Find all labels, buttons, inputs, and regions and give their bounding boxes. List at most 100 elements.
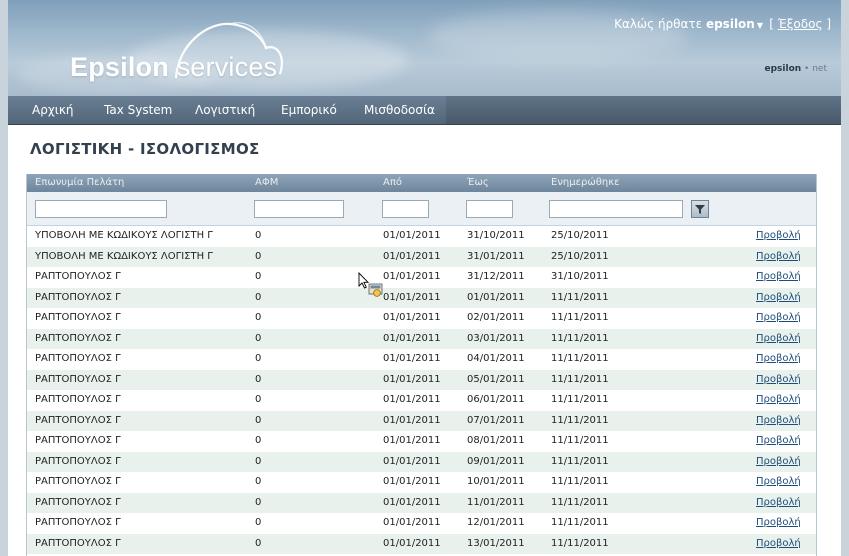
funnel-icon: [695, 205, 705, 214]
cell-client-name: ΡΑΠΤΟΠΟΥΛΟΣ Γ: [35, 291, 121, 303]
nav-item-tax-system[interactable]: Tax System: [104, 96, 172, 124]
cell-client-name: ΡΑΠΤΟΠΟΥΛΟΣ Γ: [35, 414, 121, 426]
cell-to: 05/01/2011: [467, 373, 525, 385]
view-link[interactable]: Προβολή: [756, 370, 801, 391]
cell-client-name: ΥΠΟΒΟΛΗ ΜΕ ΚΩΔΙΚΟΥΣ ΛΟΓΙΣΤΗ Γ: [35, 250, 213, 262]
table-row[interactable]: ΡΑΠΤΟΠΟΥΛΟΣ Γ 0 01/01/2011 06/01/2011 11/11/…: [27, 390, 816, 411]
filter-vat-number-input[interactable]: [254, 200, 344, 218]
cell-to: 01/01/2011: [467, 291, 525, 303]
table-row[interactable]: ΡΑΠΤΟΠΟΥΛΟΣ Γ 0 01/01/2011 31/12/2011 31/10/…: [27, 267, 816, 288]
table-row[interactable]: ΡΑΠΤΟΠΟΥΛΟΣ Γ 0 01/01/2011 13/01/2011 11/11/…: [27, 533, 816, 555]
view-link[interactable]: Προβολή: [756, 288, 801, 309]
cell-client-name: ΡΑΠΤΟΠΟΥΛΟΣ Γ: [35, 537, 121, 549]
logout-link[interactable]: Έξοδος: [778, 17, 823, 31]
column-header-vat-number[interactable]: ΑΦΜ: [255, 174, 278, 192]
grid-header: Επωνυμία Πελάτη ΑΦΜ Από Έως Ενημερώθηκε: [27, 174, 816, 192]
cell-vat-number: 0: [255, 312, 262, 323]
view-link[interactable]: Προβολή: [756, 431, 801, 452]
column-header-from[interactable]: Από: [383, 174, 402, 192]
welcome-text: Καλώς ήρθατε: [614, 17, 706, 31]
view-link[interactable]: Προβολή: [756, 308, 801, 329]
table-row[interactable]: ΡΑΠΤΟΠΟΥΛΟΣ Γ 0 01/01/2011 02/01/2011 11/11/…: [27, 308, 816, 329]
nav-item-payroll[interactable]: Μισθοδοσία: [364, 96, 435, 124]
filter-from-input[interactable]: [382, 200, 429, 218]
table-row[interactable]: ΡΑΠΤΟΠΟΥΛΟΣ Γ 0 01/01/2011 01/01/2011 11/11/…: [27, 287, 816, 309]
view-link[interactable]: Προβολή: [756, 247, 801, 268]
cell-vat-number: 0: [255, 332, 262, 344]
cell-to: 31/10/2011: [467, 230, 525, 241]
filter-updated-input[interactable]: [549, 200, 683, 218]
nav-item-commercial[interactable]: Εμπορικό: [281, 96, 337, 124]
cell-vat-number: 0: [255, 414, 262, 426]
view-link[interactable]: Προβολή: [756, 513, 801, 534]
nav-item-accounting[interactable]: Λογιστική: [195, 96, 255, 124]
cell-updated: 11/11/2011: [551, 435, 609, 446]
cell-updated: 11/11/2011: [551, 394, 609, 405]
cell-from: 01/01/2011: [383, 250, 441, 262]
view-link[interactable]: Προβολή: [756, 452, 801, 473]
table-row[interactable]: ΡΑΠΤΟΠΟΥΛΟΣ Γ 0 01/01/2011 05/01/2011 11/11/…: [27, 369, 816, 391]
main-nav: Αρχική Tax System Λογιστική Εμπορικό Μισ…: [8, 96, 841, 125]
logo-brand: Epsilon: [70, 52, 169, 82]
logout: [ Έξοδος ]: [769, 17, 831, 31]
column-header-updated[interactable]: Ενημερώθηκε: [551, 174, 620, 192]
column-header-to[interactable]: Έως: [467, 174, 489, 192]
view-link[interactable]: Προβολή: [756, 472, 801, 493]
cell-vat-number: 0: [255, 455, 262, 467]
logout-bracket-close: ]: [822, 17, 831, 31]
table-row[interactable]: ΡΑΠΤΟΠΟΥΛΟΣ Γ 0 01/01/2011 11/01/2011 11/11/…: [27, 492, 816, 514]
column-header-client-name[interactable]: Επωνυμία Πελάτη: [35, 174, 124, 192]
view-link[interactable]: Προβολή: [756, 390, 801, 411]
view-link[interactable]: Προβολή: [756, 267, 801, 288]
nav-item-home[interactable]: Αρχική: [32, 96, 74, 124]
site-logo[interactable]: Epsilon services: [70, 52, 277, 83]
cell-to: 11/01/2011: [467, 496, 525, 508]
cell-vat-number: 0: [255, 435, 262, 446]
cell-updated: 11/11/2011: [551, 312, 609, 323]
table-row[interactable]: ΡΑΠΤΟΠΟΥΛΟΣ Γ 0 01/01/2011 10/01/2011 11/11/…: [27, 472, 816, 493]
cell-updated: 11/11/2011: [551, 353, 609, 364]
filter-to-input[interactable]: [466, 200, 513, 218]
logout-bracket-open: [: [769, 17, 778, 31]
cell-from: 01/01/2011: [383, 537, 441, 549]
table-row[interactable]: ΥΠΟΒΟΛΗ ΜΕ ΚΩΔΙΚΟΥΣ ΛΟΓΙΣΤΗ Γ 0 01/01/2011…: [27, 226, 816, 247]
cell-from: 01/01/2011: [383, 435, 441, 446]
table-row[interactable]: ΡΑΠΤΟΠΟΥΛΟΣ Γ 0 01/01/2011 09/01/2011 11/11/…: [27, 451, 816, 473]
grid-filter-row: [27, 192, 816, 226]
view-link[interactable]: Προβολή: [756, 329, 801, 350]
cell-from: 01/01/2011: [383, 291, 441, 303]
view-link[interactable]: Προβολή: [756, 226, 801, 247]
cell-vat-number: 0: [255, 496, 262, 508]
balance-sheet-grid: Επωνυμία Πελάτη ΑΦΜ Από Έως Ενημερώθηκε …: [26, 174, 817, 556]
cell-vat-number: 0: [255, 537, 262, 549]
table-row[interactable]: ΡΑΠΤΟΠΟΥΛΟΣ Γ 0 01/01/2011 12/01/2011 11/11/…: [27, 513, 816, 534]
cell-from: 01/01/2011: [383, 271, 441, 282]
view-link[interactable]: Προβολή: [756, 411, 801, 432]
cell-from: 01/01/2011: [383, 455, 441, 467]
cell-vat-number: 0: [255, 373, 262, 385]
cell-updated: 11/11/2011: [551, 373, 609, 385]
user-menu[interactable]: Καλώς ήρθατε epsilon ▼: [614, 17, 763, 31]
table-row[interactable]: ΥΠΟΒΟΛΗ ΜΕ ΚΩΔΙΚΟΥΣ ΛΟΓΙΣΤΗ Γ 0 01/01/2011…: [27, 246, 816, 268]
cell-client-name: ΡΑΠΤΟΠΟΥΛΟΣ Γ: [35, 394, 121, 405]
busy-cursor-icon: [358, 272, 383, 297]
cell-to: 13/01/2011: [467, 537, 525, 549]
cell-to: 09/01/2011: [467, 455, 525, 467]
view-link[interactable]: Προβολή: [756, 349, 801, 370]
cell-client-name: ΡΑΠΤΟΠΟΥΛΟΣ Γ: [35, 373, 121, 385]
filter-client-name-input[interactable]: [35, 200, 167, 218]
view-link[interactable]: Προβολή: [756, 534, 801, 555]
filter-button[interactable]: [691, 200, 709, 218]
cell-updated: 31/10/2011: [551, 271, 609, 282]
cell-updated: 11/11/2011: [551, 332, 609, 344]
table-row[interactable]: ΡΑΠΤΟΠΟΥΛΟΣ Γ 0 01/01/2011 08/01/2011 11/11/…: [27, 431, 816, 452]
cell-to: 04/01/2011: [467, 353, 525, 364]
table-row[interactable]: ΡΑΠΤΟΠΟΥΛΟΣ Γ 0 01/01/2011 04/01/2011 11/11/…: [27, 349, 816, 370]
cell-from: 01/01/2011: [383, 373, 441, 385]
table-row[interactable]: ΡΑΠΤΟΠΟΥΛΟΣ Γ 0 01/01/2011 07/01/2011 11/11/…: [27, 410, 816, 432]
logo-suffix: services: [168, 52, 278, 82]
grid-body: ΥΠΟΒΟΛΗ ΜΕ ΚΩΔΙΚΟΥΣ ΛΟΓΙΣΤΗ Γ 0 01/01/2011…: [27, 226, 816, 555]
view-link[interactable]: Προβολή: [756, 493, 801, 514]
table-row[interactable]: ΡΑΠΤΟΠΟΥΛΟΣ Γ 0 01/01/2011 03/01/2011 11/11/…: [27, 328, 816, 350]
cell-updated: 25/10/2011: [551, 250, 609, 262]
